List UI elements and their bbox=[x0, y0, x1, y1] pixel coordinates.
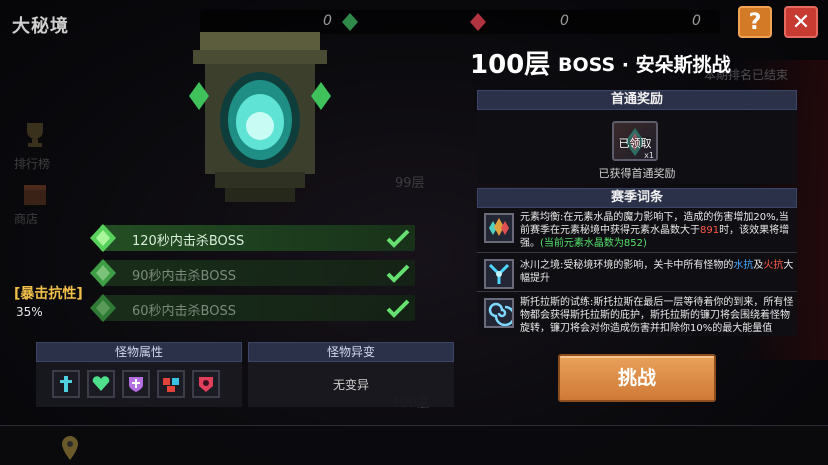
cross-shield-icon[interactable] bbox=[122, 370, 150, 398]
crystal-count-note: (当前元素水晶数为852) bbox=[540, 238, 647, 249]
crystal-icon bbox=[484, 213, 514, 243]
affix-text: 冰川之境:受秘境环境的影响，关卡中所有怪物的 bbox=[520, 260, 734, 271]
checkmark-icon bbox=[386, 264, 410, 283]
close-icon: ✕ bbox=[791, 9, 811, 35]
and-text: 及 bbox=[753, 260, 764, 271]
scales-icon[interactable] bbox=[157, 370, 185, 398]
red-gem-icon bbox=[470, 13, 486, 31]
skull-icon[interactable] bbox=[192, 370, 220, 398]
resource-count-3: 0 bbox=[692, 13, 701, 29]
help-button[interactable]: ? bbox=[738, 6, 772, 38]
checkmark-icon bbox=[386, 229, 410, 248]
claimed-badge: 已领取 bbox=[618, 137, 652, 150]
condition-label: 60秒内击杀BOSS bbox=[132, 304, 236, 319]
question-icon: ? bbox=[748, 9, 762, 35]
crit-resist-value: 35% bbox=[16, 305, 43, 319]
fire-resist-text: 火抗 bbox=[763, 260, 784, 271]
bottom-bar bbox=[0, 425, 828, 465]
season-affixes-header: 赛季词条 bbox=[477, 188, 797, 208]
affix-description: 斯托拉斯的试练:斯托拉斯在最后一层等待着你的到来，所有怪物都会获得斯托拉斯的庇护… bbox=[520, 297, 794, 334]
affix-item: 斯托拉斯的试练:斯托拉斯在最后一层等待着你的到来，所有怪物都会获得斯托拉斯的庇护… bbox=[480, 296, 796, 334]
resource-count-2: 0 bbox=[560, 13, 569, 29]
monster-attributes-header: 怪物属性 bbox=[36, 342, 242, 362]
condition-row: 120秒内击杀BOSS bbox=[90, 224, 415, 252]
ice-icon bbox=[484, 259, 514, 289]
sword-shield-icon[interactable] bbox=[52, 370, 80, 398]
affix-divider bbox=[477, 291, 797, 292]
close-button[interactable]: ✕ bbox=[784, 6, 818, 38]
monster-mutation-header: 怪物异变 bbox=[248, 342, 454, 362]
affix-description: 元素均衡:在元素水晶的魔力影响下，造成的伤害增加20%,当前赛季在元素秘境中获得… bbox=[520, 211, 796, 250]
floor-number: 100层 bbox=[470, 50, 551, 80]
green-diamond-icon bbox=[90, 294, 116, 322]
first-clear-note: 已获得首通奖励 bbox=[598, 167, 676, 180]
green-diamond-icon bbox=[90, 224, 116, 252]
spiral-icon bbox=[484, 298, 516, 328]
affix-divider bbox=[477, 252, 797, 253]
portal-shrine-image bbox=[189, 32, 331, 202]
challenge-button[interactable]: 挑战 bbox=[558, 354, 716, 402]
heart-icon[interactable] bbox=[87, 370, 115, 398]
green-diamond-icon bbox=[90, 259, 116, 287]
reward-item[interactable]: 已领取 x1 bbox=[612, 121, 658, 161]
water-resist-text: 水抗 bbox=[733, 260, 754, 271]
first-clear-header: 首通奖励 bbox=[477, 90, 797, 110]
location-pin-icon[interactable] bbox=[58, 434, 82, 462]
affix-item: 冰川之境:受秘境环境的影响，关卡中所有怪物的水抗及火抗大幅提升 bbox=[480, 257, 796, 289]
boss-title: BOSS · 安朵斯挑战 bbox=[558, 54, 731, 76]
affix-description: 冰川之境:受秘境环境的影响，关卡中所有怪物的水抗及火抗大幅提升 bbox=[520, 259, 796, 285]
condition-label: 120秒内击杀BOSS bbox=[132, 234, 245, 249]
crystal-threshold: 891 bbox=[700, 225, 720, 236]
page-title: 大秘境 bbox=[12, 16, 69, 37]
affix-item: 元素均衡:在元素水晶的魔力影响下，造成的伤害增加20%,当前赛季在元素秘境中获得… bbox=[480, 211, 796, 251]
checkmark-icon bbox=[386, 299, 410, 318]
monster-mutation-value: 无变异 bbox=[332, 378, 369, 392]
condition-label: 90秒内击杀BOSS bbox=[132, 269, 236, 284]
green-gem-icon bbox=[342, 13, 358, 31]
reward-quantity: x1 bbox=[644, 151, 654, 160]
crit-resist-label: [暴击抗性] bbox=[14, 286, 83, 302]
condition-row: 60秒内击杀BOSS bbox=[90, 294, 415, 322]
condition-row: 90秒内击杀BOSS bbox=[90, 259, 415, 287]
